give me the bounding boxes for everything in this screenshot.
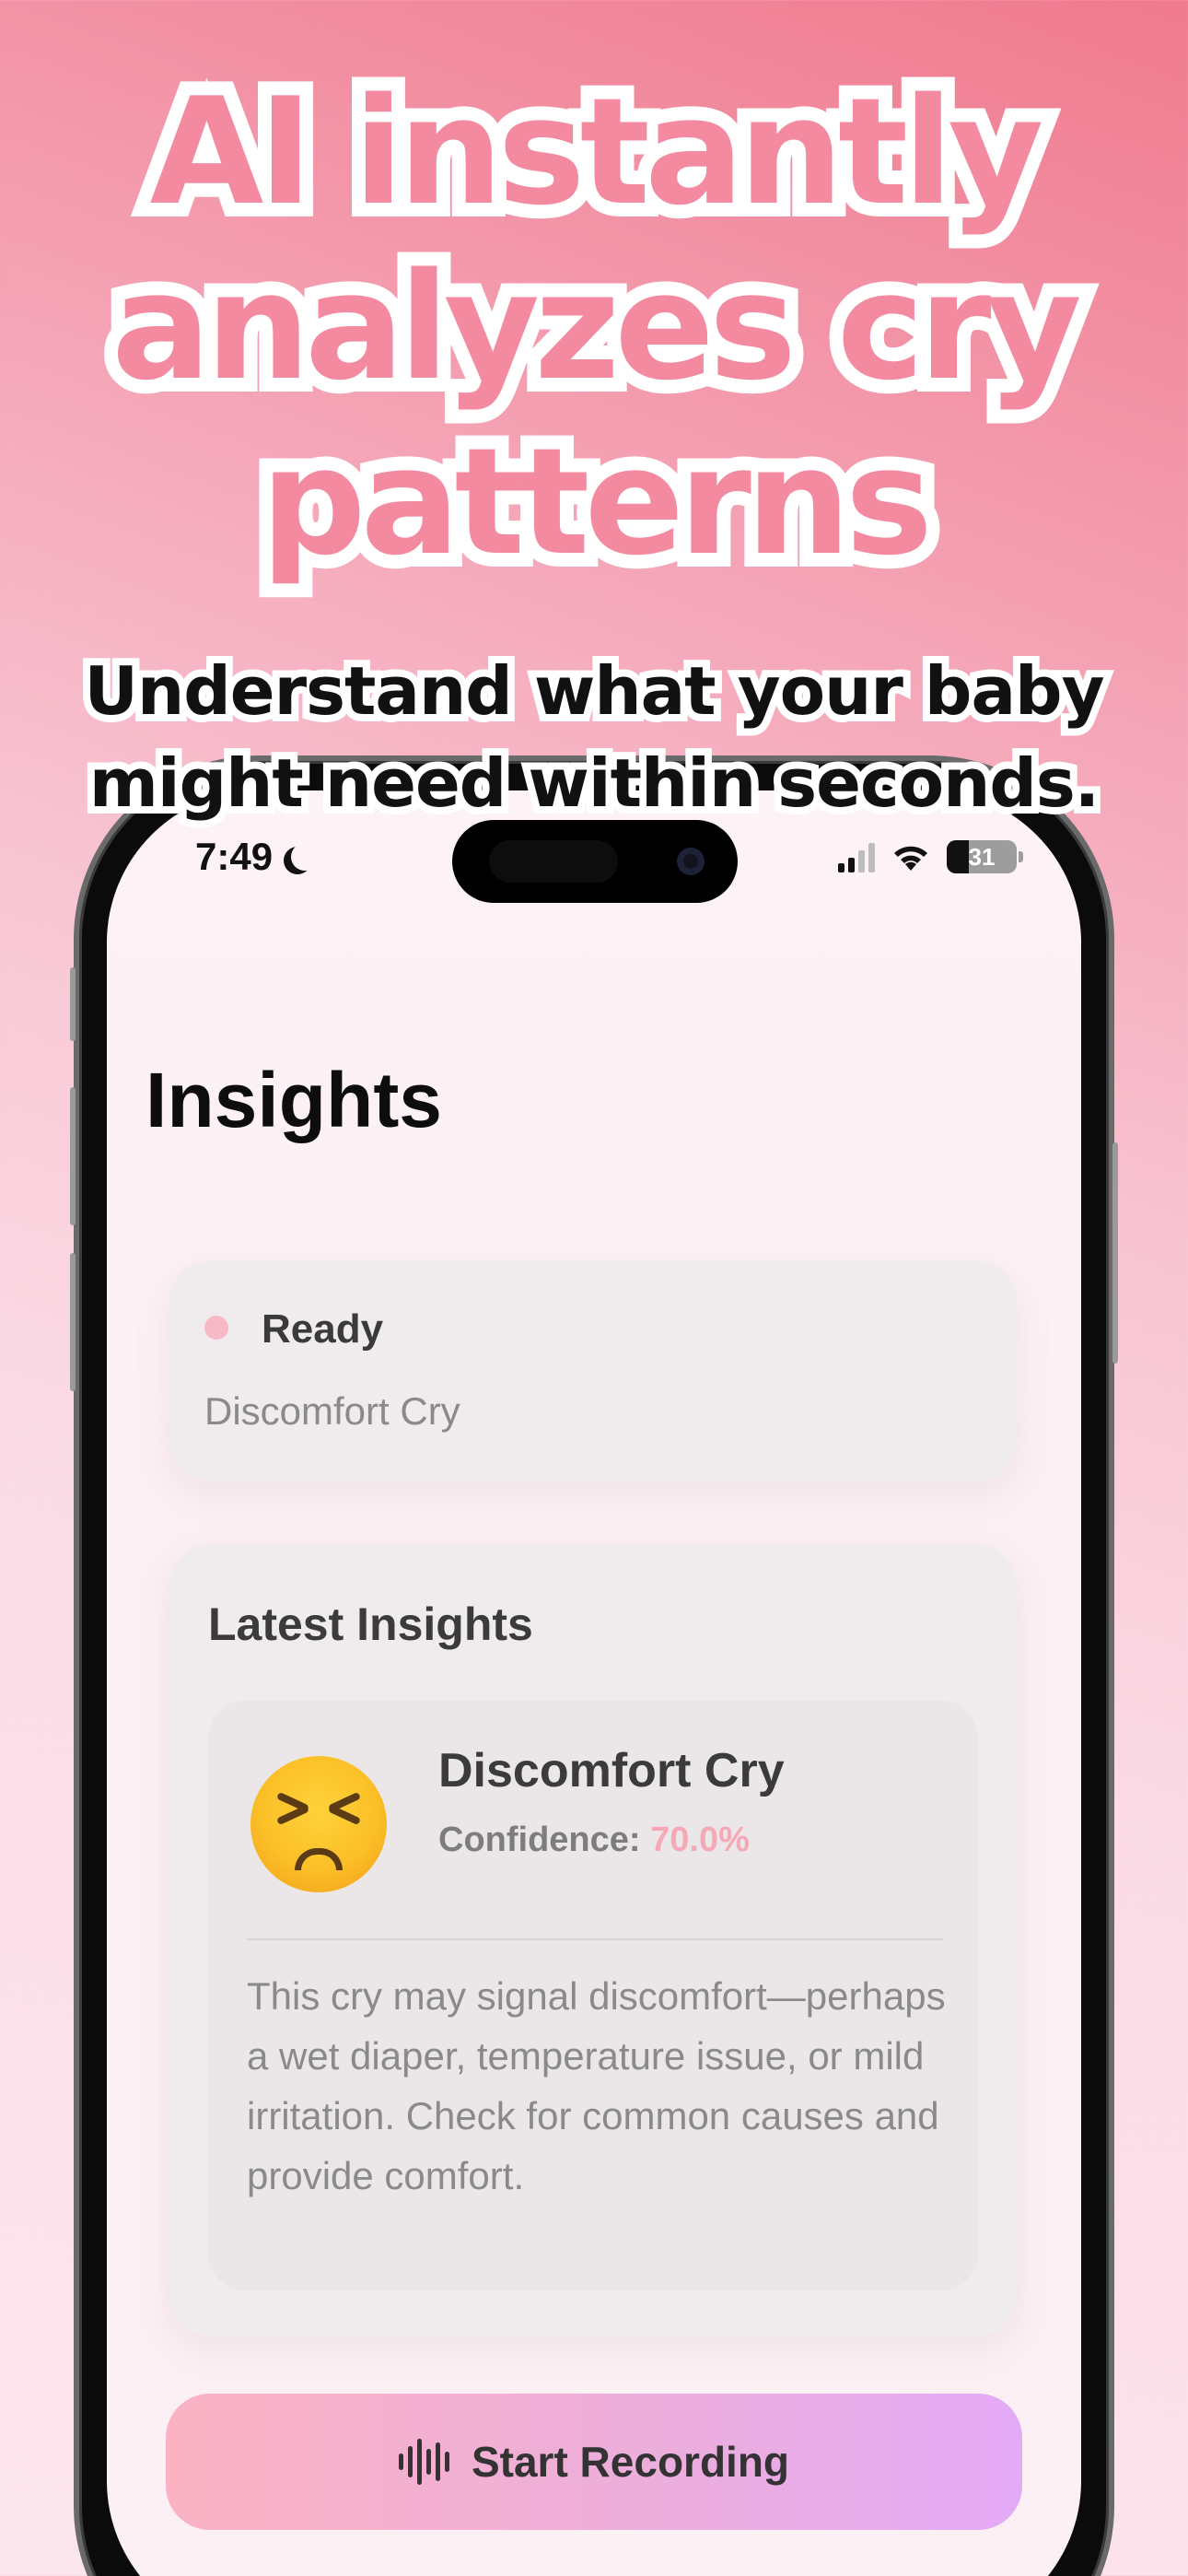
start-recording-label: Start Recording [471, 2438, 790, 2486]
confidence-label: Confidence: [438, 1821, 641, 1859]
camera-icon [677, 848, 705, 875]
promo-subheadline: Understand what your baby might need wit… [77, 645, 1112, 829]
divider [247, 1938, 943, 1940]
section-title: Latest Insights [208, 1598, 533, 1650]
status-bar-time: 7:49 [195, 835, 313, 879]
status-indicator-dot [204, 1316, 228, 1340]
time-label: 7:49 [195, 835, 274, 878]
promo-headline: AI instantly analyzes cry patterns [98, 52, 1096, 602]
moon-icon [282, 841, 313, 872]
island-sensor [489, 840, 618, 883]
confidence-row: Confidence: 70.0% [438, 1821, 750, 1860]
volume-down-button [70, 1253, 76, 1391]
page-title: Insights [146, 1057, 443, 1143]
latest-insights-card: Latest Insights Discomfort Cry Confidenc… [169, 1544, 1017, 2336]
status-bar-right: 31 [838, 840, 1023, 873]
battery-icon: 31 [947, 840, 1023, 873]
persevering-face-icon [250, 1756, 387, 1892]
start-recording-button[interactable]: Start Recording [166, 2394, 1022, 2530]
volume-up-button [70, 1087, 76, 1225]
status-card: Ready Discomfort Cry [169, 1260, 1017, 1481]
insight-item[interactable]: Discomfort Cry Confidence: 70.0% This cr… [208, 1701, 978, 2290]
status-subtitle: Discomfort Cry [204, 1389, 460, 1433]
action-button [70, 967, 76, 1041]
cry-type-name: Discomfort Cry [438, 1744, 785, 1797]
waveform-icon [398, 2436, 449, 2488]
phone-screen: 7:49 31 Insights Ready Discomfort Cry La… [107, 790, 1081, 2576]
insight-description: This cry may signal discomfort—perhaps a… [247, 1974, 946, 2197]
power-button [1112, 1142, 1118, 1364]
confidence-value: 70.0% [650, 1821, 750, 1859]
status-label: Ready [262, 1306, 384, 1352]
wifi-icon [890, 841, 932, 872]
battery-level: 31 [968, 843, 996, 871]
signal-icon [838, 841, 875, 872]
dynamic-island [452, 820, 738, 903]
